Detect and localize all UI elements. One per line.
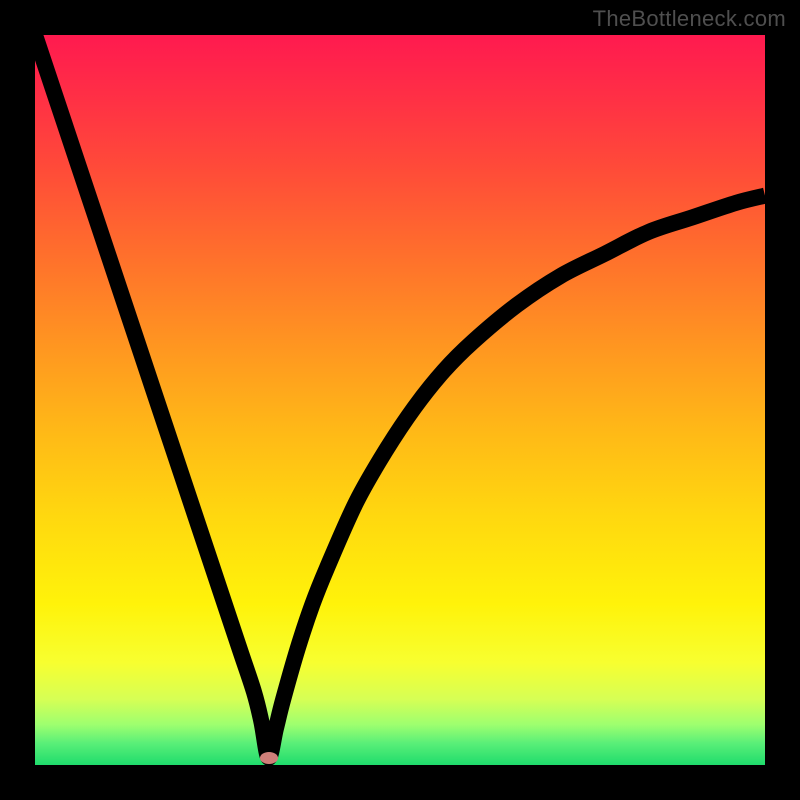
chart-frame: TheBottleneck.com — [0, 0, 800, 800]
watermark-text: TheBottleneck.com — [593, 6, 786, 32]
optimal-point-marker — [260, 752, 278, 764]
plot-area — [35, 35, 765, 765]
curve-layer — [35, 35, 765, 765]
bottleneck-curve — [35, 35, 765, 758]
